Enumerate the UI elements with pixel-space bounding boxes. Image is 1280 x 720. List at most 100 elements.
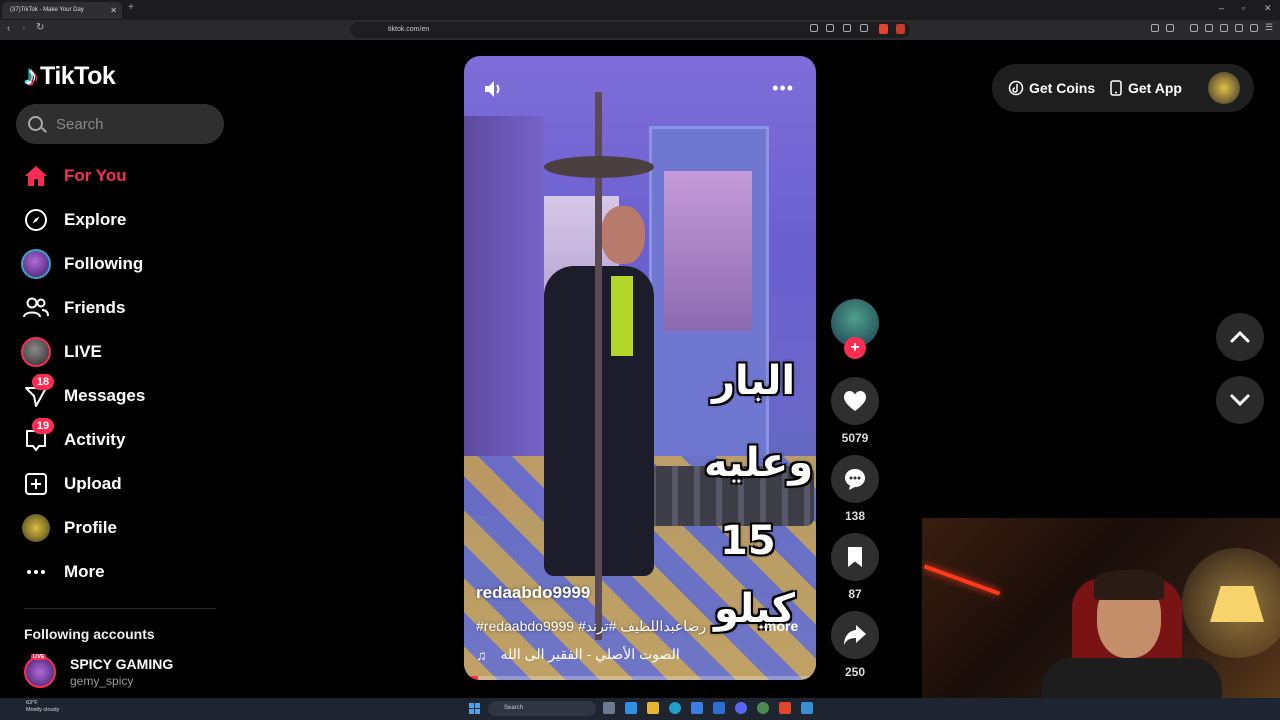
discord-icon[interactable] [735, 702, 747, 714]
follow-plus-icon[interactable]: + [844, 337, 866, 359]
taskbar-search[interactable]: Search [488, 701, 596, 716]
sidebar-item-more[interactable]: More [20, 552, 220, 592]
video-music[interactable]: ♫ الصوت الأصلي - الفقير الى الله [476, 646, 680, 663]
browser-tab[interactable]: (37)TikTok - Make Your Day ✕ [2, 2, 122, 19]
search-input[interactable] [56, 104, 216, 144]
sidebar-item-profile[interactable]: Profile [20, 508, 220, 548]
volume-icon[interactable] [484, 80, 504, 98]
search-box[interactable] [16, 104, 224, 144]
sidebar-item-live[interactable]: LIVE [20, 332, 220, 372]
sidebar-item-messages[interactable]: 18 Messages [20, 374, 220, 416]
video-author[interactable]: redaabdo9999 [476, 583, 590, 603]
home-icon [20, 160, 52, 192]
caption-more-link[interactable]: more [764, 618, 798, 634]
video-options-icon[interactable]: ••• [772, 78, 794, 99]
sidebar-item-activity[interactable]: 19 Activity [20, 418, 220, 460]
tiktok-note-icon: ♪ [24, 60, 38, 91]
inbox-icon: 19 [20, 418, 54, 456]
weather-condition: Mostly cloudy [26, 707, 60, 713]
like-button[interactable] [831, 377, 879, 425]
comment-button[interactable] [831, 455, 879, 503]
media-icon[interactable] [1190, 24, 1198, 32]
heart-icon [844, 391, 866, 411]
sidebar-item-label: For You [64, 166, 127, 185]
cast-icon[interactable] [843, 24, 851, 32]
sidebar-item-label: More [64, 562, 105, 581]
share-button[interactable] [831, 611, 879, 659]
brave-rewards-icon[interactable] [896, 24, 905, 34]
edge-icon[interactable] [669, 702, 681, 714]
sidebar-item-explore[interactable]: Explore [20, 200, 220, 240]
sidebar-item-following[interactable]: Following [20, 244, 220, 284]
chevron-up-icon [1230, 331, 1250, 343]
sidebar-item-friends[interactable]: Friends [20, 288, 220, 328]
video-frame-head [601, 206, 645, 264]
sidebar-item-label: Upload [64, 474, 122, 493]
webcam-person-body [1042, 658, 1222, 698]
search-icon[interactable] [28, 116, 43, 131]
send-icon: 18 [20, 374, 54, 412]
maximize-icon[interactable]: ▫ [1242, 3, 1245, 13]
start-menu-icon[interactable] [469, 703, 480, 714]
friends-icon [20, 292, 52, 324]
window-close-icon[interactable]: ✕ [1264, 3, 1272, 14]
leo-icon[interactable] [1235, 24, 1243, 32]
get-coins-button[interactable]: Get Coins [1008, 80, 1095, 96]
mail-icon[interactable] [713, 702, 725, 714]
sidebar-toggle-icon[interactable] [1205, 24, 1213, 32]
task-view-icon[interactable] [603, 702, 615, 714]
store-icon[interactable] [691, 702, 703, 714]
comment-icon [845, 469, 865, 490]
back-icon[interactable]: ‹ [7, 23, 10, 34]
reader-icon[interactable] [810, 24, 818, 32]
next-video-button[interactable] [1216, 376, 1264, 424]
live-tag: LIVE [31, 654, 47, 660]
avatar[interactable] [1208, 72, 1240, 104]
video-progress-bar[interactable] [464, 676, 816, 680]
following-avatar-icon [20, 248, 52, 280]
get-coins-label: Get Coins [1029, 80, 1096, 96]
get-app-button[interactable]: Get App [1110, 80, 1182, 96]
brave-shields-icon[interactable] [879, 24, 888, 34]
webcam-person-hair [1094, 570, 1164, 600]
new-tab-icon[interactable]: + [128, 2, 134, 13]
forward-icon[interactable]: › [22, 23, 25, 34]
windows-taskbar [0, 698, 1280, 720]
menu-icon[interactable]: ☰ [1265, 22, 1273, 32]
photos-icon[interactable] [801, 702, 813, 714]
video-overlay-text: البار [712, 358, 796, 404]
sidebar-item-label: Messages [64, 386, 146, 405]
reload-icon[interactable]: ↻ [36, 22, 44, 33]
account-name: SPICY GAMING [70, 656, 174, 672]
tiktok-logo[interactable]: ♪ TikTok [24, 60, 116, 92]
tab-close-icon[interactable]: ✕ [110, 2, 117, 19]
previous-video-button[interactable] [1216, 313, 1264, 361]
plus-square-icon [20, 468, 52, 500]
video-overlay-text: 15 [720, 518, 776, 564]
brave-icon[interactable] [779, 702, 791, 714]
video-frame-plate [544, 156, 654, 178]
vpn-icon[interactable] [1250, 24, 1258, 32]
sidebar-item-upload[interactable]: Upload [20, 464, 220, 504]
video-player[interactable]: البار وعليه 15 كيلو ••• redaabdo9999 #re… [464, 56, 816, 680]
get-app-label: Get App [1128, 80, 1182, 96]
weather-widget[interactable]: 63°F Mostly cloudy [10, 700, 59, 714]
sidebar-item-label: Activity [64, 430, 126, 449]
minimize-icon[interactable]: – [1219, 3, 1224, 13]
chrome-icon[interactable] [757, 702, 769, 714]
file-explorer-icon[interactable] [647, 702, 659, 714]
logo-text: TikTok [40, 61, 116, 90]
bookmark-icon [848, 547, 862, 567]
wallet-icon[interactable] [1220, 24, 1228, 32]
video-frame-poster [664, 171, 752, 331]
share-icon[interactable] [860, 24, 868, 32]
zoom-icon[interactable] [826, 24, 834, 32]
chevron-down-icon [1230, 394, 1250, 406]
extensions-icon[interactable] [1151, 24, 1159, 32]
save-button[interactable] [831, 533, 879, 581]
tab-search-icon[interactable] [1166, 24, 1174, 32]
following-account-item[interactable]: LIVE SPICY GAMING gemy_spicy [24, 654, 174, 688]
sidebar-item-for-you[interactable]: For You [20, 156, 220, 196]
sidebar-item-label: Following [64, 254, 144, 273]
widgets-icon[interactable] [625, 702, 637, 714]
